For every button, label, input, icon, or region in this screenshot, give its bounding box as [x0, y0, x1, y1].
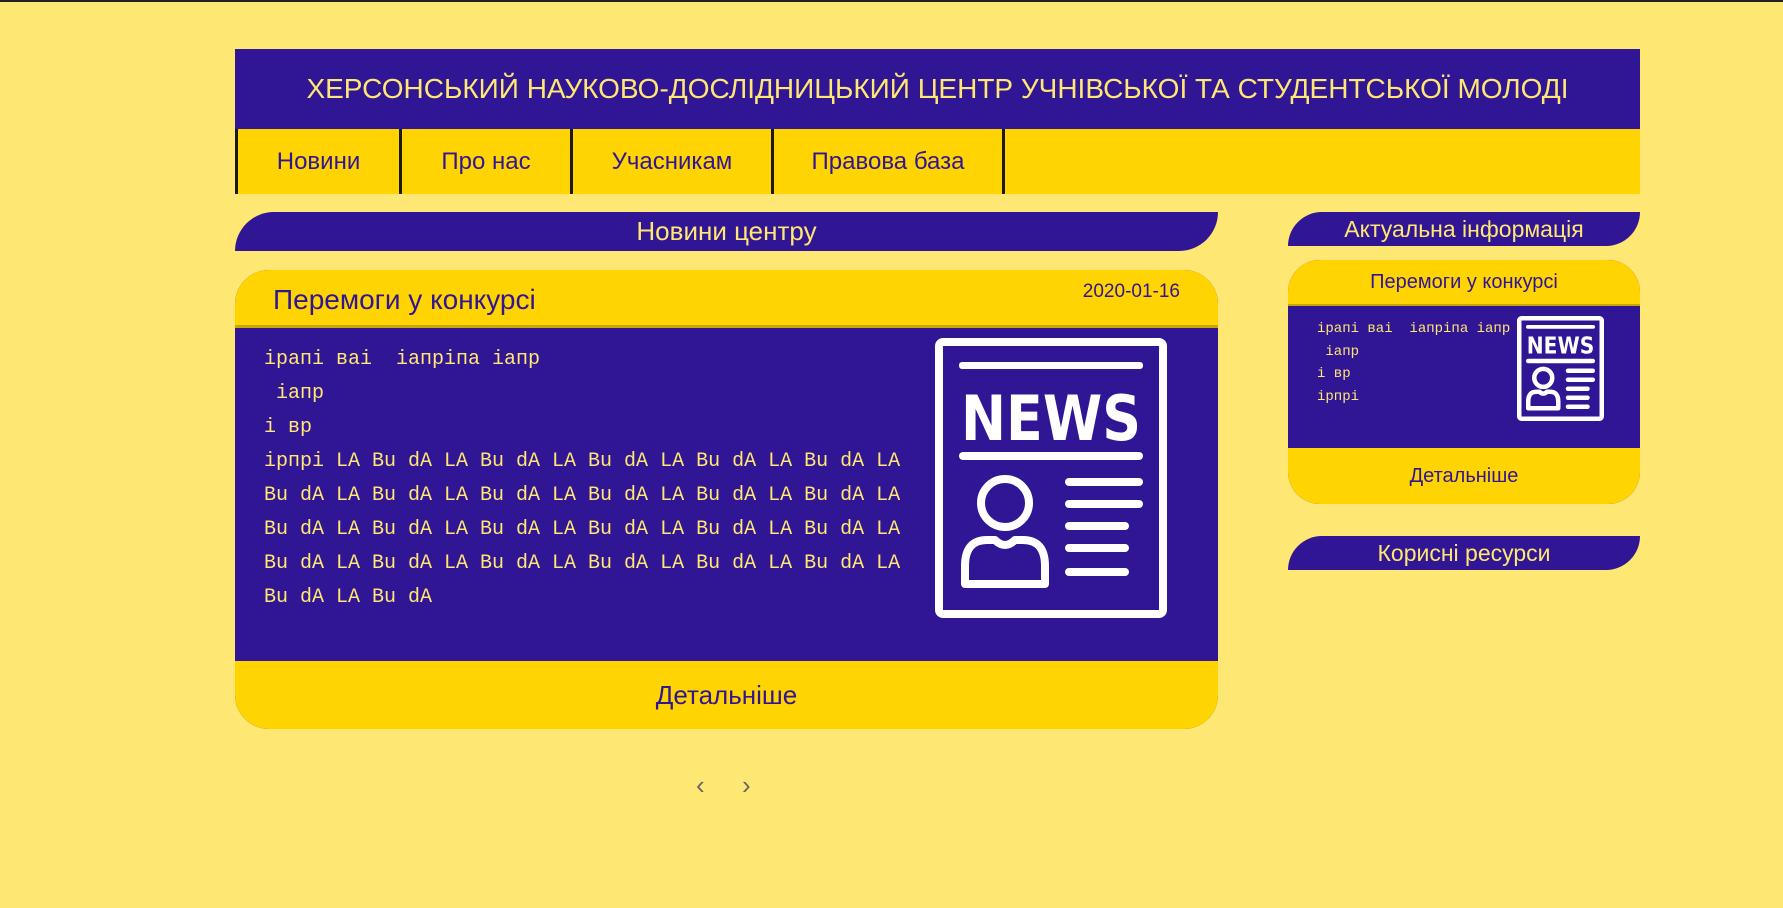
sidebar-more-button[interactable]: Детальніше [1288, 448, 1640, 504]
top-border [0, 0, 1783, 2]
nav-item-label: Про нас [441, 147, 531, 175]
main-nav: Новини Про нас Учасникам Правова база [235, 129, 1640, 194]
news-section-title-text: Новини центру [636, 216, 817, 246]
resources-section-title: Корисні ресурси [1288, 536, 1640, 570]
nav-item-label: Учасникам [611, 147, 733, 175]
news-headline[interactable]: Перемоги у конкурсі [273, 284, 536, 316]
newspaper-icon: NEWS [1517, 316, 1604, 421]
news-section-title: Новини центру [235, 212, 1218, 251]
nav-item-legal[interactable]: Правова база [771, 129, 1005, 194]
newspaper-icon: NEWS [935, 338, 1167, 618]
sidebar-news-card: Перемоги у конкурсі ірапі ваі іапріпа іа… [1288, 260, 1640, 504]
nav-item-participants[interactable]: Учасникам [570, 129, 771, 194]
sidebar-card-text: ірапі ваі іапріпа іапр іапр і вр ірпрі [1317, 321, 1511, 405]
sidebar-card-header[interactable]: Перемоги у конкурсі [1288, 260, 1640, 306]
news-more-button[interactable]: Детальніше [235, 661, 1218, 729]
sidebar-more-label: Детальніше [1409, 464, 1519, 487]
site-header: ХЕРСОНСЬКИЙ НАУКОВО-ДОСЛІДНИЦЬКИЙ ЦЕНТР … [235, 49, 1640, 129]
newspaper-icon-text: NEWS [961, 382, 1141, 455]
news-card-body: ірапі ваі іапріпа іапр іапр і вр ірпрі L… [235, 328, 1218, 658]
nav-item-news[interactable]: Новини [235, 129, 399, 194]
next-page-button[interactable]: › [742, 770, 751, 801]
sidebar-section-title: Актуальна інформація [1288, 212, 1640, 246]
nav-item-label: Правова база [811, 147, 965, 175]
sidebar-card-headline: Перемоги у конкурсі [1370, 270, 1558, 293]
news-date: 2020-01-16 [1082, 281, 1180, 302]
newspaper-icon-text: NEWS [1527, 333, 1595, 360]
prev-page-button[interactable]: ‹ [696, 770, 705, 801]
news-text: ірапі ваі іапріпа іапр іапр і вр ірпрі L… [264, 348, 901, 609]
news-more-label: Детальніше [655, 679, 798, 710]
news-card: Перемоги у конкурсі 2020-01-16 ірапі ваі… [235, 270, 1218, 729]
nav-item-label: Новини [276, 147, 361, 175]
sidebar-section-title-text: Актуальна інформація [1344, 215, 1584, 242]
resources-section-title-text: Корисні ресурси [1377, 539, 1551, 566]
site-title: ХЕРСОНСЬКИЙ НАУКОВО-ДОСЛІДНИЦЬКИЙ ЦЕНТР … [306, 73, 1569, 104]
news-card-header: Перемоги у конкурсі 2020-01-16 [235, 270, 1218, 328]
nav-item-about[interactable]: Про нас [399, 129, 570, 194]
sidebar-card-body: ірапі ваі іапріпа іапр іапр і вр ірпрі N… [1288, 306, 1640, 446]
